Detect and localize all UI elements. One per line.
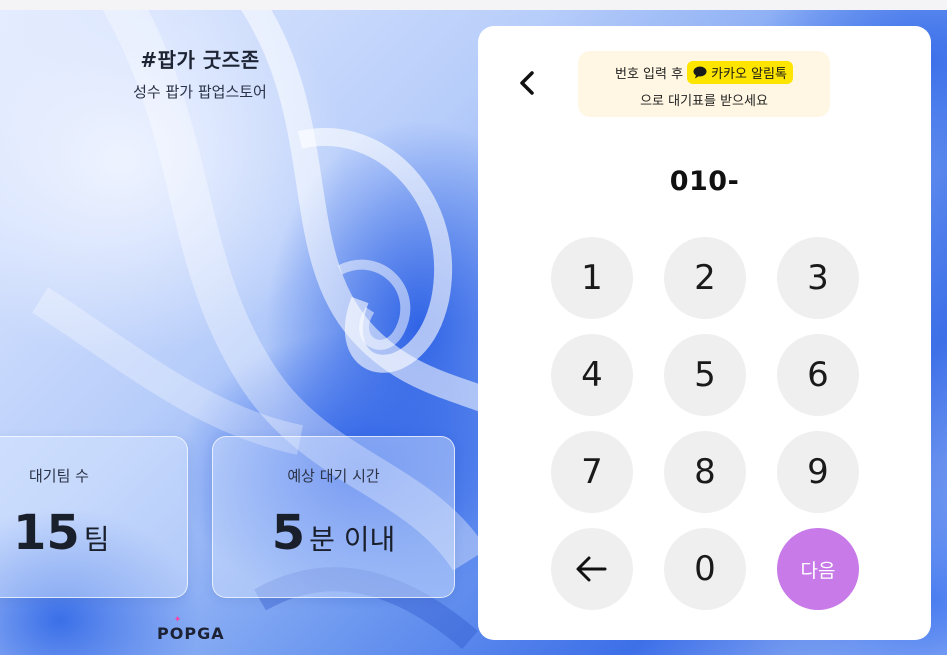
waiting-teams-card: 대기팀 수 15 팀 bbox=[0, 436, 188, 598]
key-8[interactable]: 8 bbox=[664, 431, 746, 513]
notice-prefix: 번호 입력 후 bbox=[615, 67, 684, 82]
wait-time-value: 5분 이내 bbox=[213, 505, 454, 561]
wait-time-number: 5 bbox=[271, 505, 306, 561]
chevron-left-icon bbox=[520, 71, 534, 95]
popga-logo: P ✦ OPGA bbox=[157, 615, 225, 643]
arrow-left-icon bbox=[576, 556, 607, 582]
back-button[interactable] bbox=[512, 66, 542, 100]
key-6[interactable]: 6 bbox=[777, 334, 859, 416]
key-0[interactable]: 0 bbox=[664, 528, 746, 610]
kakao-badge: 카카오 알림톡 bbox=[687, 61, 793, 84]
waiting-teams-label: 대기팀 수 bbox=[29, 467, 89, 485]
star-icon: ✦ bbox=[173, 615, 183, 625]
backspace-key[interactable] bbox=[551, 528, 633, 610]
store-title: #팝가 굿즈존 bbox=[140, 48, 260, 72]
wait-time-unit: 분 이내 bbox=[309, 523, 396, 556]
key-7[interactable]: 7 bbox=[551, 431, 633, 513]
key-3[interactable]: 3 bbox=[777, 237, 859, 319]
kakao-notice: 번호 입력 후 카카오 알림톡 으로 대기표를 받으세요 bbox=[578, 51, 830, 117]
waiting-teams-number: 15 bbox=[13, 505, 80, 561]
store-header: #팝가 굿즈존 성수 팝가 팝업스토어 bbox=[0, 44, 400, 102]
key-9[interactable]: 9 bbox=[777, 431, 859, 513]
phone-entry-panel: 번호 입력 후 카카오 알림톡 으로 대기표를 받으세요 010- 1 2 3 … bbox=[478, 26, 931, 640]
next-button[interactable]: 다음 bbox=[777, 528, 859, 610]
store-subtitle: 성수 팝가 팝업스토어 bbox=[133, 83, 267, 101]
top-bar bbox=[0, 0, 947, 10]
waiting-teams-value: 15 팀 bbox=[13, 505, 110, 561]
notice-suffix: 으로 대기표를 받으세요 bbox=[640, 94, 768, 109]
chat-bubble-icon bbox=[693, 66, 707, 79]
key-4[interactable]: 4 bbox=[551, 334, 633, 416]
wait-time-card: 예상 대기 시간 5분 이내 bbox=[212, 436, 455, 598]
key-5[interactable]: 5 bbox=[664, 334, 746, 416]
waiting-teams-unit: 팀 bbox=[83, 523, 110, 556]
key-1[interactable]: 1 bbox=[551, 237, 633, 319]
key-2[interactable]: 2 bbox=[664, 237, 746, 319]
kakao-label: 카카오 알림톡 bbox=[711, 67, 787, 82]
phone-number-display: 010- bbox=[669, 166, 740, 197]
wait-time-label: 예상 대기 시간 bbox=[287, 467, 380, 485]
